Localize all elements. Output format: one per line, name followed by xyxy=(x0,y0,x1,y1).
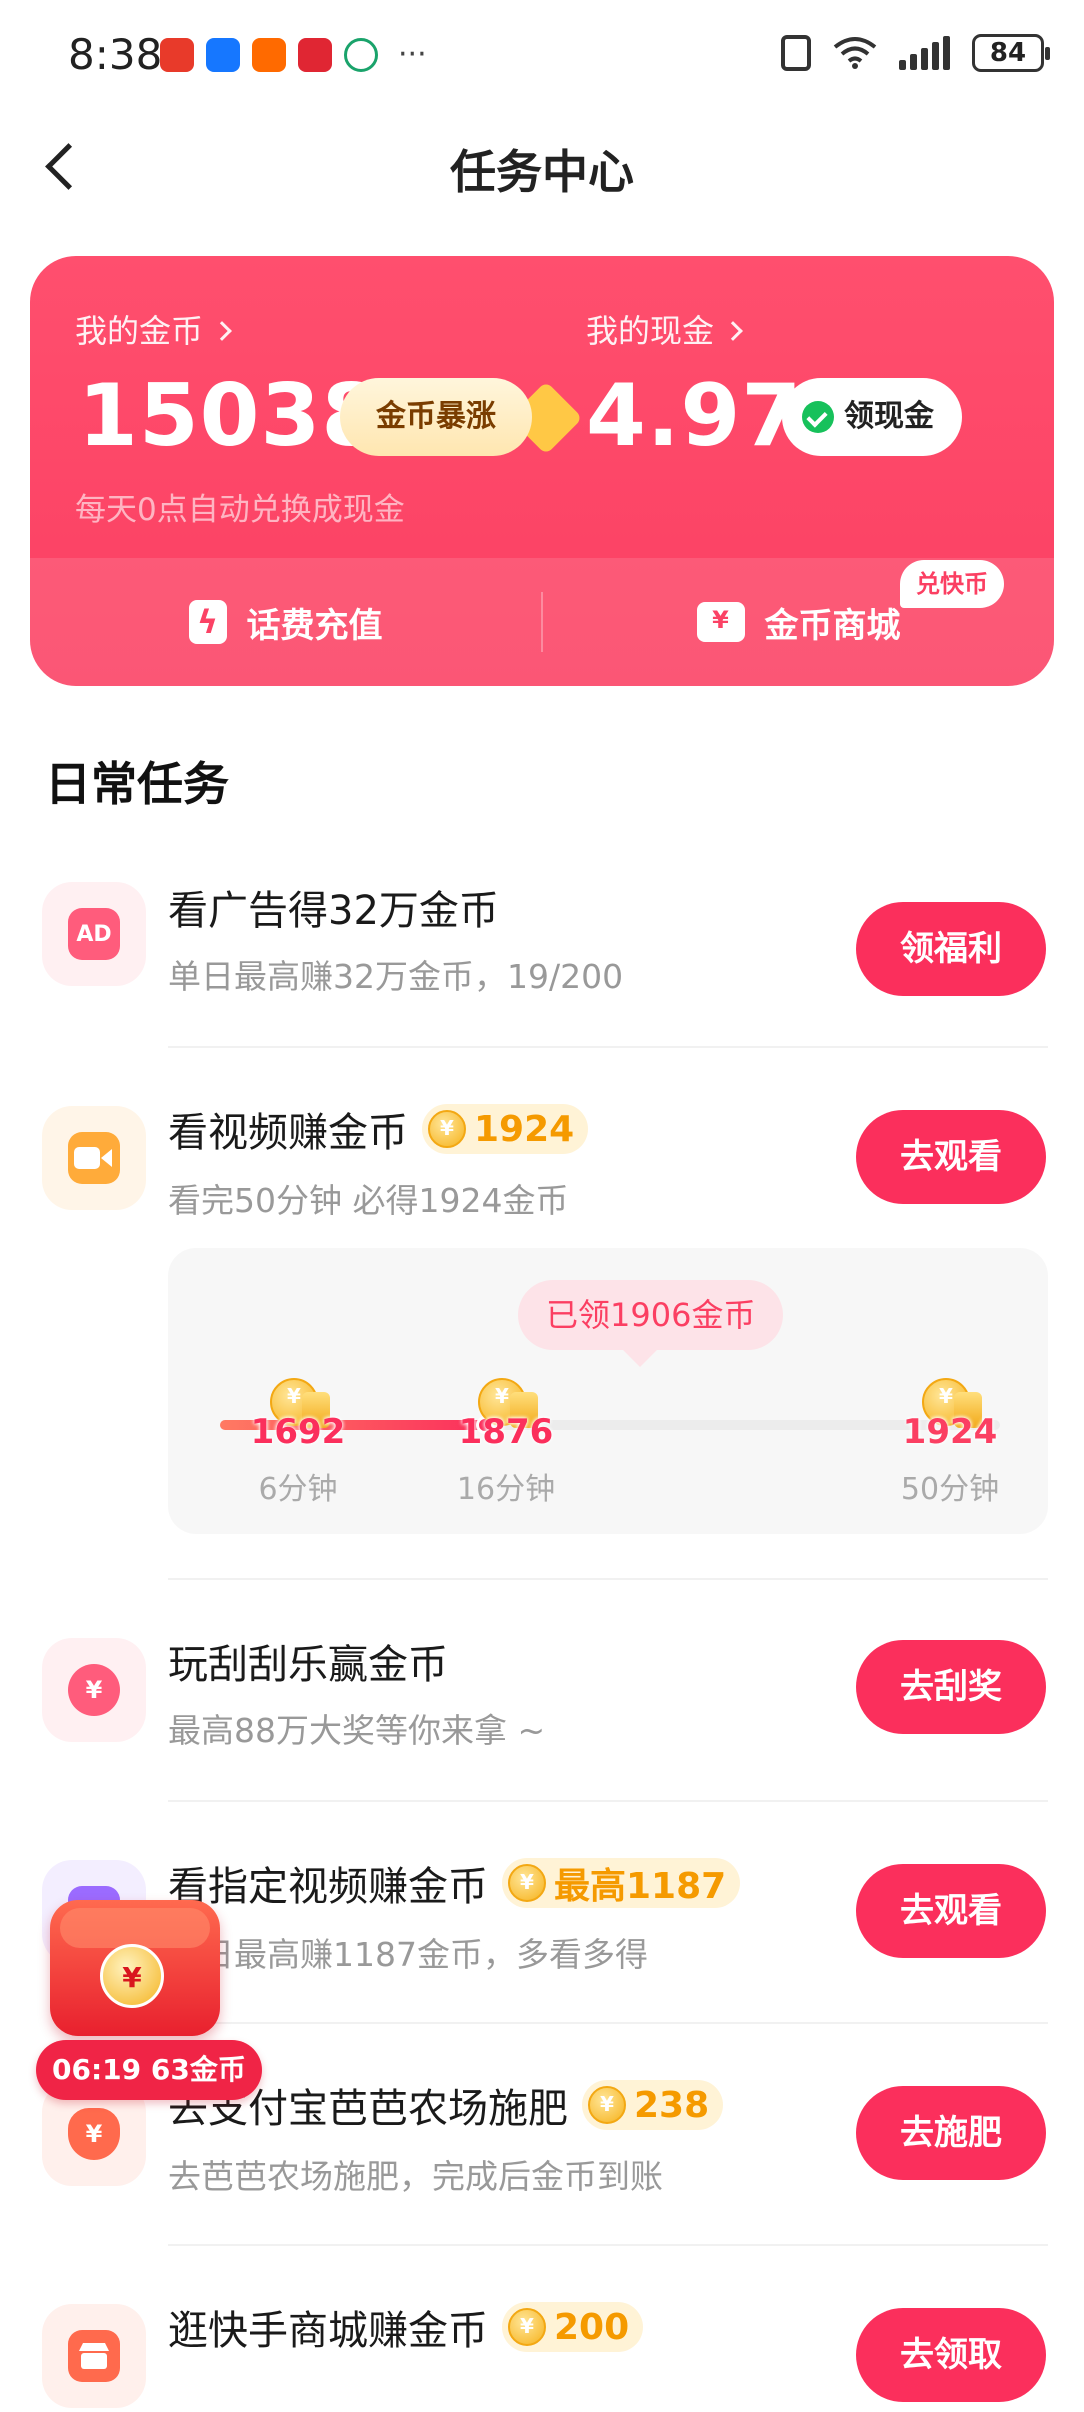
milestone-value: 1876 xyxy=(458,1412,554,1452)
phone-recharge-button[interactable]: 话费充值 xyxy=(30,558,541,686)
coin-boost-button[interactable]: 金币暴涨 xyxy=(340,378,532,456)
my-coins-label: 我的金币 xyxy=(75,312,204,350)
task-subtitle: 看完50分钟 必得1924金币 xyxy=(168,1181,569,1220)
coin-icon xyxy=(508,1864,546,1902)
task-subtitle: 去芭芭农场施肥，完成后金币到账 xyxy=(168,2157,663,2196)
status-bar: 8:38 ··· 84 xyxy=(0,0,1084,110)
milestone-value: 1692 xyxy=(250,1412,346,1452)
coin-icon xyxy=(508,2308,546,2346)
divider xyxy=(168,2022,1048,2024)
chevron-right-icon xyxy=(723,321,743,341)
wallet-card: 我的金币 15038 金币暴涨 我的现金 4.97 领现金 每天0点自动兑换成现… xyxy=(30,256,1054,686)
coin-icon xyxy=(428,1110,466,1148)
task-subtitle: 单日最高赚32万金币，19/200 xyxy=(168,957,624,996)
withdraw-cash-button[interactable]: 领现金 xyxy=(782,378,962,456)
wechat-icon xyxy=(802,401,834,433)
floating-reward-widget[interactable]: 06:19 63金币 xyxy=(36,1900,262,2120)
chevron-right-icon xyxy=(212,321,232,341)
scratch-button[interactable]: 去刮奖 xyxy=(856,1640,1046,1734)
divider xyxy=(168,2244,1048,2246)
exchange-tag: 兑快币 xyxy=(900,560,1004,608)
page-title: 任务中心 xyxy=(450,145,634,199)
huawei-icon xyxy=(298,38,332,72)
coin-mall-button[interactable]: 金币商城 兑快币 xyxy=(543,558,1054,686)
store-icon xyxy=(42,2304,146,2408)
app-notification-icon xyxy=(160,38,194,72)
withdraw-cash-label: 领现金 xyxy=(844,399,934,434)
nfc-icon xyxy=(781,35,811,71)
coin-reward-badge: 200 xyxy=(502,2302,644,2352)
task-row-scratch-card: ¥ 玩刮刮乐赢金币 最高88万大奖等你来拿 ~ 去刮奖 xyxy=(0,1614,1084,1814)
milestone-time: 16分钟 xyxy=(456,1472,556,1507)
fertilize-button[interactable]: 去施肥 xyxy=(856,2086,1046,2180)
milestone: 1924 50分钟 xyxy=(880,1378,1020,1508)
coin-icon xyxy=(100,1944,164,2008)
lightning-icon xyxy=(188,600,227,644)
coin-reward-value: 1924 xyxy=(474,1108,575,1150)
shop-icon xyxy=(696,602,745,642)
watch-specified-video-button[interactable]: 去观看 xyxy=(856,1864,1046,1958)
phone-recharge-label: 话费充值 xyxy=(246,605,383,646)
ad-icon: AD xyxy=(42,882,146,986)
divider xyxy=(168,1578,1048,1580)
coin-reward-badge: 238 xyxy=(582,2080,724,2130)
scratch-card-icon: ¥ xyxy=(42,1638,146,1742)
coin-reward-value: 最高1187 xyxy=(554,1866,727,1907)
milestone-value: 1924 xyxy=(902,1412,998,1452)
task-title: 看视频赚金币 xyxy=(168,1110,408,1156)
video-camera-icon xyxy=(42,1106,146,1210)
status-time: 8:38 xyxy=(68,30,163,79)
task-title-row: 看视频赚金币 1924 xyxy=(168,1100,589,1158)
my-coins-link[interactable]: 我的金币 xyxy=(75,306,232,352)
milestone: 1876 16分钟 xyxy=(436,1378,576,1508)
cash-value: 4.97 xyxy=(586,366,803,466)
battery-icon: 84 xyxy=(972,34,1050,72)
coin-reward-badge: 最高1187 xyxy=(502,1858,741,1908)
wifi-icon xyxy=(833,37,877,69)
milestone-time: 50分钟 xyxy=(900,1472,1000,1507)
coin-reward-badge: 1924 xyxy=(422,1104,589,1154)
exchange-note: 每天0点自动兑换成现金 xyxy=(75,492,405,528)
reward-countdown: 06:19 63金币 xyxy=(36,2040,262,2100)
section-title: 日常任务 xyxy=(45,757,229,811)
app-notification-icon xyxy=(252,38,286,72)
task-title-row: 逛快手商城赚金币 200 xyxy=(168,2298,644,2356)
more-notifications-icon: ··· xyxy=(398,37,427,72)
coin-mall-label: 金币商城 xyxy=(764,605,901,646)
task-title: 逛快手商城赚金币 xyxy=(168,2308,488,2354)
mobile-carrier-icon xyxy=(344,38,378,72)
my-cash-link[interactable]: 我的现金 xyxy=(586,306,743,352)
coin-reward-value: 200 xyxy=(554,2306,630,2348)
task-row-kuaishou-mall: 逛快手商城赚金币 200 去领取 xyxy=(0,2280,1084,2412)
alipay-icon xyxy=(206,38,240,72)
coins-value: 15038 xyxy=(78,366,383,466)
divider xyxy=(168,1800,1048,1802)
watch-video-button[interactable]: 去观看 xyxy=(856,1110,1046,1204)
coin-reward-value: 238 xyxy=(634,2084,710,2126)
task-row-ads: AD 看广告得32万金币 单日最高赚32万金币，19/200 领福利 xyxy=(0,860,1084,1060)
notification-icons: ··· xyxy=(160,38,427,72)
task-title: 看广告得32万金币 xyxy=(168,888,499,934)
video-progress-panel: 已领1906金币 1692 6分钟 1876 16分钟 1924 50分钟 xyxy=(168,1248,1048,1534)
milestone: 1692 6分钟 xyxy=(228,1378,368,1508)
claim-benefit-button[interactable]: 领福利 xyxy=(856,902,1046,996)
task-subtitle: 最高88万大奖等你来拿 ~ xyxy=(168,1711,546,1750)
claimed-coins-tip: 已领1906金币 xyxy=(518,1280,784,1350)
signal-icon xyxy=(899,36,950,70)
divider xyxy=(168,1046,1048,1048)
claim-button[interactable]: 去领取 xyxy=(856,2308,1046,2402)
task-title: 玩刮刮乐赢金币 xyxy=(168,1642,448,1688)
coin-icon xyxy=(588,2086,626,2124)
milestone-time: 6分钟 xyxy=(258,1472,338,1507)
my-cash-label: 我的现金 xyxy=(586,312,715,350)
